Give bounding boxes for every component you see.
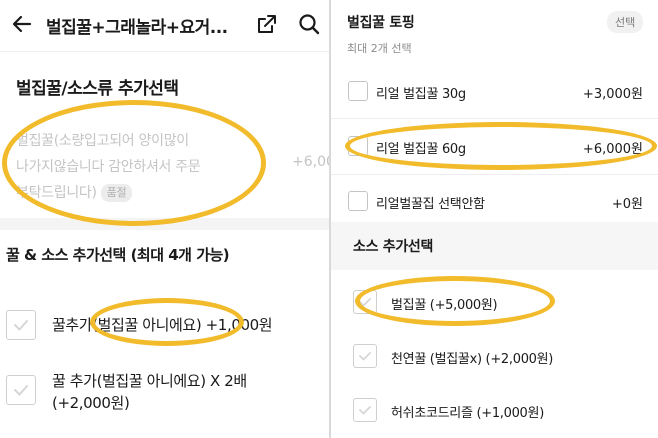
top-app-bar: 벌집꿀+그래놀라+요거... — [0, 0, 329, 52]
option-label-honeycomb-60g[interactable]: 리얼 벌집꿀 60g — [376, 138, 466, 157]
soldout-option-price: +6,00 — [292, 154, 329, 170]
page-title: 벌집꿀+그래놀라+요거... — [46, 18, 228, 38]
checkmark-icon — [14, 320, 28, 331]
section-title-honeycomb-sauce: 벌집꿀/소스류 추가선택 — [16, 79, 179, 99]
section-title-sauce: 소스 추가선택 — [353, 239, 434, 255]
checkbox-sauce-natural-honey[interactable] — [353, 344, 377, 368]
option-text-line-end: 부탁드립니다) — [16, 185, 97, 201]
option-text-line: 벌집꿀(소량입고되어 양이많이 — [16, 133, 189, 149]
row-divider — [331, 174, 658, 175]
optional-badge: 선택 — [607, 11, 644, 33]
soldout-option-honeycomb: 벌집꿀(소량입고되어 양이많이 나가지않습니다 감안하셔서 주문 부탁드립니다)… — [16, 128, 246, 206]
option-price-honeycomb-60g: +6,000원 — [582, 142, 643, 157]
left-screenshot-panel: 벌집꿀+그래놀라+요거... 벌집꿀/소스류 추가선택 벌집꿀(소량입고되어 양… — [0, 0, 329, 438]
share-icon[interactable] — [256, 13, 278, 35]
option-label-sauce-hershey[interactable]: 허쉬초코드리즐 (+1,000원) — [391, 402, 544, 421]
section-title-honeycomb-topping: 벌집꿀 토핑 — [347, 15, 415, 31]
soldout-badge: 품절 — [100, 184, 133, 202]
section-separator — [0, 218, 329, 230]
checkbox-honey-add[interactable] — [6, 310, 36, 340]
row-divider — [331, 118, 658, 119]
checkbox-sauce-honeycomb[interactable] — [353, 290, 377, 314]
checkbox-honeycomb-30g[interactable] — [348, 81, 368, 101]
option-label-honey-add[interactable]: 꿀추가(벌집꿀 아니에요) +1,000원 — [52, 314, 273, 336]
checkbox-honey-add-double[interactable] — [6, 375, 36, 405]
option-label-no-honeycomb[interactable]: 리얼벌꿀집 선택안함 — [376, 193, 485, 212]
option-text-line: (+2,000원) — [52, 394, 130, 412]
option-price-honeycomb-30g: +3,000원 — [582, 87, 643, 102]
arrow-left-icon[interactable] — [10, 12, 34, 36]
checkmark-icon — [14, 385, 28, 396]
option-label-sauce-honeycomb[interactable]: 벌집꿀 (+5,000원) — [391, 294, 498, 313]
option-label-honeycomb-30g[interactable]: 리얼 벌집꿀 30g — [376, 83, 466, 102]
checkbox-no-honeycomb[interactable] — [348, 191, 368, 211]
checkbox-honeycomb-60g[interactable] — [348, 136, 368, 156]
checkbox-sauce-hershey[interactable] — [353, 398, 377, 422]
option-text-line: 꿀 추가(벌집꿀 아니에요) X 2배 — [52, 372, 247, 390]
checkmark-icon — [359, 298, 371, 307]
section-title-honey-sauce: 꿀 & 소스 추가선택 (최대 4개 가능) — [6, 246, 230, 264]
checkmark-icon — [359, 352, 371, 361]
option-label-honey-add-double[interactable]: 꿀 추가(벌집꿀 아니에요) X 2배 (+2,000원) — [52, 370, 247, 414]
option-text-line: 나가지않습니다 감안하셔서 주문 — [16, 159, 201, 175]
option-text-line: 부탁드립니다) 품절 — [16, 180, 246, 206]
search-icon[interactable] — [297, 12, 321, 36]
option-label-sauce-natural-honey[interactable]: 천연꿀 (벌집꿀x) (+2,000원) — [391, 348, 553, 367]
option-price-no-honeycomb: +0원 — [611, 197, 643, 212]
checkmark-icon — [359, 406, 371, 415]
right-screenshot-panel: 벌집꿀 토핑 선택 최대 2개 선택 리얼 벌집꿀 30g +3,000원 리얼… — [331, 0, 658, 438]
section-subtitle: 최대 2개 선택 — [347, 42, 412, 55]
